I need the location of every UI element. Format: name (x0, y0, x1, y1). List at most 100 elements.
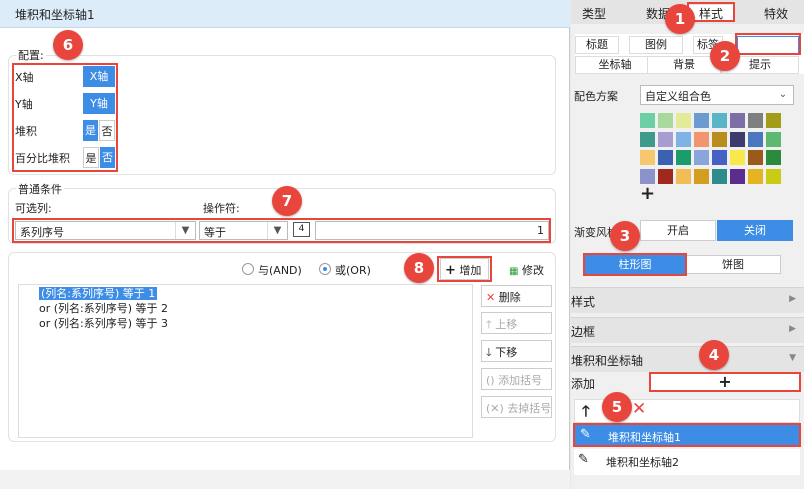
color-scheme-select[interactable]: 自定义组合色 ⌄ (640, 85, 794, 105)
palette-swatch[interactable] (748, 168, 763, 184)
section-stack-axis[interactable]: 堆积和坐标轴 ▼ (571, 346, 804, 372)
delete-icon[interactable]: ✕ (632, 399, 646, 419)
step-badge-8: 8 (404, 253, 434, 283)
pencil-icon: ✎ (578, 452, 589, 467)
palette-swatch[interactable] (730, 113, 745, 128)
move-down-label: 下移 (495, 346, 518, 359)
arrow-down-icon: 🡓 (486, 346, 492, 359)
palette-swatch[interactable] (712, 150, 727, 165)
palette-swatch[interactable] (766, 113, 781, 128)
add-label: 添加 (571, 377, 596, 391)
palette-grid[interactable] (640, 113, 784, 187)
move-up-label: 上移 (495, 318, 518, 331)
arrow-up-icon: 🡑 (486, 318, 492, 331)
chevron-right-icon: ▶ (789, 294, 796, 304)
palette-swatch[interactable] (748, 113, 763, 128)
condition-list[interactable]: (列名:系列序号) 等于 1 or (列名:系列序号) 等于 2 or (列名:… (18, 284, 473, 438)
operator-label: 操作符: (203, 202, 240, 215)
step-badge-4: 4 (699, 340, 729, 370)
tab-axis[interactable]: 坐标轴 (575, 56, 655, 74)
modify-condition-button[interactable]: ▦ 修改 (504, 258, 553, 280)
palette-swatch[interactable] (676, 113, 691, 128)
palette-swatch[interactable] (694, 131, 709, 147)
palette-swatch[interactable] (658, 150, 673, 165)
tab-title[interactable]: 标题 (575, 36, 619, 54)
config-group-label: 配置: (16, 47, 46, 63)
palette-swatch[interactable] (712, 131, 727, 147)
palette-swatch[interactable] (676, 150, 691, 165)
add-paren-button[interactable]: () 添加括号 (481, 368, 552, 390)
palette-swatch[interactable] (694, 113, 709, 128)
modify-label: 修改 (521, 264, 544, 277)
highlight-condition-row (12, 218, 551, 243)
pencil-icon: ✎ (580, 427, 591, 442)
stack-axis-item-label: 堆积和坐标轴2 (606, 456, 679, 469)
highlight-bar-chart (583, 253, 687, 276)
tab-effects[interactable]: 特效 (751, 5, 801, 22)
conditions-group-label: 普通条件 (16, 181, 64, 197)
palette-swatch[interactable] (640, 168, 655, 184)
stack-axis-item-label: 堆积和坐标轴1 (608, 431, 681, 444)
section-border[interactable]: 边框 ▶ (571, 317, 804, 343)
palette-swatch[interactable] (676, 168, 691, 184)
remove-paren-icon: (✕) (486, 402, 504, 415)
section-border-title: 边框 (571, 325, 596, 339)
gradient-on-option[interactable]: 开启 (640, 220, 716, 241)
move-down-button[interactable]: 🡓 下移 (481, 340, 552, 362)
palette-swatch[interactable] (694, 168, 709, 184)
section-stack-axis-title: 堆积和坐标轴 (571, 354, 644, 368)
step-badge-1: 1 (665, 4, 695, 34)
radio-empty-icon (242, 263, 254, 275)
chevron-down-icon: ⌄ (778, 89, 788, 100)
tab-type[interactable]: 类型 (571, 5, 617, 22)
palette-swatch[interactable] (766, 131, 781, 147)
palette-swatch[interactable] (730, 131, 745, 147)
palette-swatch[interactable] (694, 150, 709, 165)
palette-swatch[interactable] (748, 131, 763, 147)
remove-paren-label: 去掉括号 (507, 402, 552, 415)
step-badge-5: 5 (602, 392, 632, 422)
dialog-bottom-strip (0, 470, 570, 489)
palette-swatch[interactable] (712, 168, 727, 184)
palette-swatch[interactable] (658, 131, 673, 147)
stack-axis-item[interactable]: ✎ 堆积和坐标轴2 (574, 449, 800, 475)
palette-swatch[interactable] (676, 131, 691, 147)
chevron-right-icon: ▶ (789, 324, 796, 334)
tab-legend[interactable]: 图例 (629, 36, 683, 54)
gradient-off-option[interactable]: 关闭 (717, 220, 793, 241)
condition-item[interactable]: or (列名:系列序号) 等于 2 (39, 301, 472, 316)
palette-swatch[interactable] (766, 168, 781, 184)
step-badge-2: 2 (710, 41, 740, 71)
condition-item[interactable]: (列名:系列序号) 等于 1 (39, 286, 472, 301)
highlight-add-button (437, 256, 492, 282)
add-stack-axis-button[interactable]: + (649, 372, 801, 392)
close-icon: ✕ (486, 291, 496, 304)
condition-item[interactable]: or (列名:系列序号) 等于 3 (39, 316, 472, 331)
palette-swatch[interactable] (730, 168, 745, 184)
radio-selected-icon (319, 263, 331, 275)
palette-swatch[interactable] (730, 150, 745, 165)
stack-axis-item[interactable]: ✎ 堆积和坐标轴1 (573, 423, 801, 447)
add-color-icon[interactable]: + (640, 183, 655, 204)
palette-swatch[interactable] (748, 150, 763, 165)
palette-swatch[interactable] (658, 113, 673, 128)
delete-button[interactable]: ✕ 删除 (481, 285, 552, 307)
palette-swatch[interactable] (712, 113, 727, 128)
palette-swatch[interactable] (658, 168, 673, 184)
remove-paren-button[interactable]: (✕) 去掉括号 (481, 396, 552, 418)
delete-label: 删除 (498, 291, 521, 304)
step-badge-7: 7 (272, 186, 302, 216)
pie-chart-option[interactable]: 饼图 (685, 255, 781, 274)
and-radio-label: 与(AND) (258, 264, 302, 277)
palette-swatch[interactable] (640, 150, 655, 165)
paren-icon: () (486, 374, 495, 387)
condition-item-text: (列名:系列序号) 等于 1 (39, 287, 158, 300)
step-badge-3: 3 (610, 221, 640, 251)
plus-icon: + (718, 372, 732, 391)
palette-swatch[interactable] (766, 150, 781, 165)
section-style[interactable]: 样式 ▶ (571, 287, 804, 313)
or-radio-label: 或(OR) (335, 264, 371, 277)
palette-swatch[interactable] (640, 113, 655, 128)
palette-swatch[interactable] (640, 131, 655, 147)
move-up-button[interactable]: 🡑 上移 (481, 312, 552, 334)
